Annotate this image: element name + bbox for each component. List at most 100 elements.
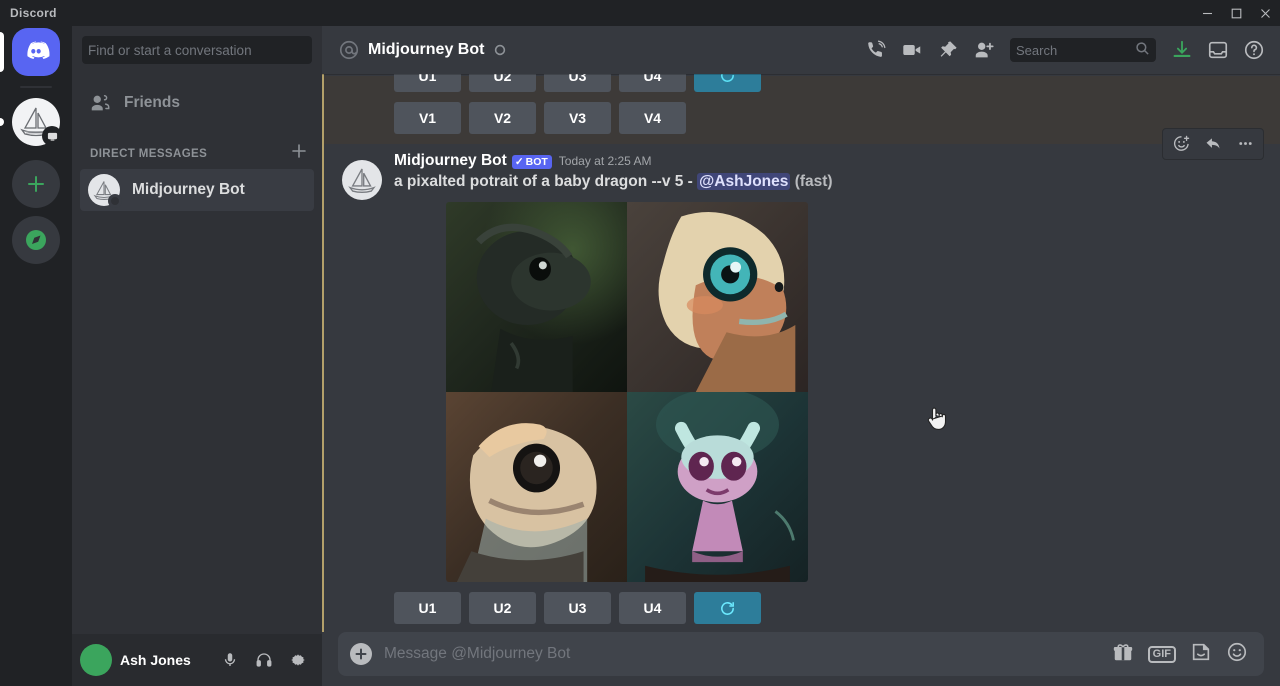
upscale-button-u1-previous[interactable]: U1 bbox=[394, 74, 461, 92]
composer-bottom-spacer bbox=[322, 676, 1280, 686]
upscale-button-u3-previous[interactable]: U3 bbox=[544, 74, 611, 92]
upload-attachment-button[interactable] bbox=[338, 643, 384, 665]
rail-item-home[interactable] bbox=[0, 28, 72, 76]
add-server-button[interactable] bbox=[12, 160, 60, 208]
message-content: Midjourney Bot ✓ BOT Today at 2:25 AM a p… bbox=[394, 144, 1264, 624]
message-input[interactable]: Message @Midjourney Bot bbox=[384, 645, 1112, 663]
upscale-button-u2[interactable]: U2 bbox=[469, 592, 536, 624]
generated-image-grid[interactable] bbox=[446, 202, 808, 582]
sidebar-item-friends-label: Friends bbox=[124, 94, 180, 111]
friends-icon bbox=[88, 92, 112, 114]
discord-app-window: Discord Find or start a conversation Fri… bbox=[0, 0, 1280, 686]
chat-header: Midjourney Bot Search bbox=[322, 26, 1280, 74]
active-pill-home bbox=[0, 32, 4, 72]
message-author[interactable]: Midjourney Bot bbox=[394, 152, 507, 170]
avatar[interactable] bbox=[342, 159, 382, 200]
phone-call-icon[interactable] bbox=[858, 30, 894, 70]
dm-search-container: Find or start a conversation bbox=[72, 26, 322, 74]
rail-divider bbox=[20, 86, 52, 88]
search-input[interactable]: Search bbox=[1010, 38, 1156, 62]
settings-gear-icon[interactable] bbox=[282, 644, 314, 676]
avatar bbox=[88, 174, 122, 208]
mic-icon[interactable] bbox=[214, 644, 246, 676]
download-icon[interactable] bbox=[1164, 30, 1200, 70]
bot-tag-label: BOT bbox=[525, 155, 548, 168]
find-conversation-placeholder: Find or start a conversation bbox=[88, 42, 252, 58]
more-horizontal-icon[interactable] bbox=[1229, 129, 1261, 159]
upscale-button-u3[interactable]: U3 bbox=[544, 592, 611, 624]
composer-actions: GIF bbox=[1112, 641, 1248, 668]
at-icon bbox=[338, 39, 360, 61]
variation-button-v3[interactable]: V3 bbox=[544, 101, 611, 134]
message-current: Midjourney Bot ✓ BOT Today at 2:25 AM a p… bbox=[322, 127, 1280, 632]
app-body: Find or start a conversation Friends DIR… bbox=[0, 26, 1280, 686]
variation-button-v2[interactable]: V2 bbox=[469, 101, 536, 134]
pin-icon[interactable] bbox=[930, 30, 966, 70]
dm-item-midjourney-bot[interactable]: Midjourney Bot bbox=[80, 169, 314, 211]
dm-list: Friends DIRECT MESSAGES Midjourney Bot bbox=[72, 74, 322, 634]
search-placeholder: Search bbox=[1016, 42, 1058, 58]
video-camera-icon[interactable] bbox=[894, 30, 930, 70]
chat-main: Midjourney Bot Search U1 U2 U3 U4 V1 V2 … bbox=[322, 26, 1280, 686]
user-panel-actions bbox=[214, 644, 314, 676]
variation-button-v4[interactable]: V4 bbox=[619, 101, 686, 134]
headphones-icon[interactable] bbox=[248, 644, 280, 676]
message-meta: Midjourney Bot ✓ BOT Today at 2:25 AM bbox=[394, 144, 1264, 170]
upscale-button-u4-previous[interactable]: U4 bbox=[619, 74, 686, 92]
upscale-button-u1[interactable]: U1 bbox=[394, 592, 461, 624]
create-dm-button[interactable] bbox=[292, 144, 306, 163]
message-list[interactable]: U1 U2 U3 U4 V1 V2 V3 V4 Midjourney Bot ✓… bbox=[322, 74, 1280, 632]
app-brand-label: Discord bbox=[10, 6, 57, 20]
prompt-text: a pixalted potrait of a baby dragon --v … bbox=[394, 172, 693, 190]
generated-image-2[interactable] bbox=[627, 202, 808, 392]
generated-image-4[interactable] bbox=[627, 392, 808, 582]
inbox-icon[interactable] bbox=[1200, 30, 1236, 70]
dm-item-label: Midjourney Bot bbox=[132, 181, 245, 198]
emoji-smiley-icon[interactable] bbox=[1226, 641, 1248, 668]
reroll-button-previous[interactable] bbox=[694, 74, 761, 92]
upscale-button-row-previous: U1 U2 U3 U4 bbox=[394, 74, 1264, 92]
speed-mode-label: (fast) bbox=[794, 172, 833, 190]
rail-item-explore[interactable] bbox=[0, 216, 72, 264]
window-controls bbox=[1193, 0, 1280, 26]
gif-icon[interactable]: GIF bbox=[1147, 645, 1176, 663]
minimize-button[interactable] bbox=[1193, 0, 1222, 26]
user-mention[interactable]: @AshJones bbox=[697, 172, 791, 190]
sticker-icon[interactable] bbox=[1190, 641, 1212, 668]
explore-servers-button[interactable] bbox=[12, 216, 60, 264]
close-button[interactable] bbox=[1251, 0, 1280, 26]
status-circle-icon bbox=[494, 44, 506, 56]
add-person-icon[interactable] bbox=[966, 30, 1002, 70]
sidebar-item-friends[interactable]: Friends bbox=[80, 82, 314, 124]
status-badge bbox=[108, 194, 122, 208]
help-circle-icon[interactable] bbox=[1236, 30, 1272, 70]
status-badge: ✓ BOT bbox=[511, 154, 552, 169]
variation-button-v1[interactable]: V1 bbox=[394, 101, 461, 134]
avatar[interactable] bbox=[80, 644, 112, 676]
generated-image-3[interactable] bbox=[446, 392, 627, 582]
message-composer[interactable]: Message @Midjourney Bot GIF bbox=[338, 632, 1264, 676]
reroll-button[interactable] bbox=[694, 592, 761, 624]
dm-sidebar: Find or start a conversation Friends DIR… bbox=[72, 26, 322, 686]
upscale-button-row-current: U1 U2 U3 U4 bbox=[394, 592, 1264, 624]
user-panel: Ash Jones bbox=[72, 634, 322, 686]
gift-icon[interactable] bbox=[1112, 641, 1134, 668]
current-user-name: Ash Jones bbox=[120, 652, 191, 668]
generated-image-1[interactable] bbox=[446, 202, 627, 392]
upscale-button-u4[interactable]: U4 bbox=[619, 592, 686, 624]
add-reaction-icon[interactable] bbox=[1165, 129, 1197, 159]
bot-verified-check: ✓ bbox=[514, 155, 524, 168]
magnifier-icon bbox=[1135, 41, 1150, 59]
find-conversation-input[interactable]: Find or start a conversation bbox=[82, 36, 312, 64]
message-text: a pixalted potrait of a baby dragon --v … bbox=[394, 172, 1264, 192]
message-timestamp: Today at 2:25 AM bbox=[558, 153, 652, 168]
upscale-button-u2-previous[interactable]: U2 bbox=[469, 74, 536, 92]
rail-item-midjourney[interactable] bbox=[0, 98, 72, 146]
message-previous: U1 U2 U3 U4 V1 V2 V3 V4 bbox=[322, 74, 1280, 144]
rail-item-add-server[interactable] bbox=[0, 160, 72, 208]
message-hover-toolbar bbox=[1162, 127, 1264, 160]
chat-header-actions: Search bbox=[858, 30, 1272, 70]
maximize-button[interactable] bbox=[1222, 0, 1251, 26]
direct-messages-header: DIRECT MESSAGES bbox=[80, 126, 314, 167]
reply-arrow-icon[interactable] bbox=[1197, 129, 1229, 159]
